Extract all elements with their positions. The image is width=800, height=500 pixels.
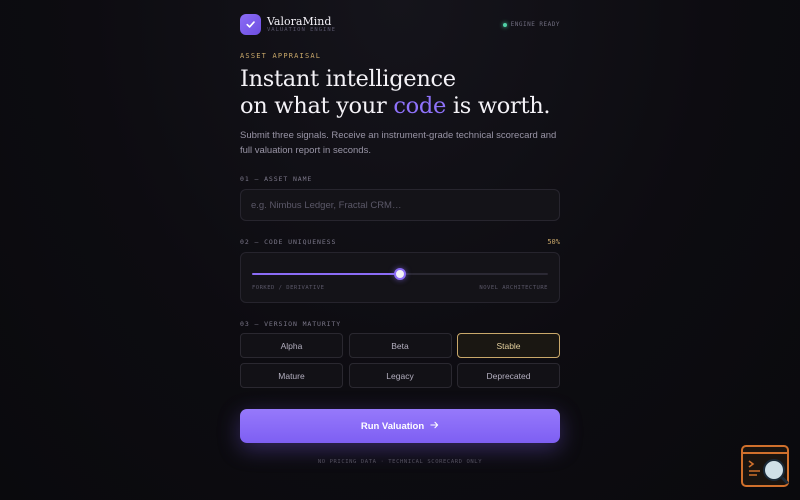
eyebrow: ASSET APPRAISAL: [240, 52, 322, 60]
arrow-right-icon: [430, 421, 439, 432]
slider-left-label: FORKED / DERIVATIVE: [252, 285, 325, 291]
magnifier-handle: [781, 476, 789, 485]
title-line-2-post: is worth.: [445, 93, 551, 119]
asset-name-input[interactable]: [240, 189, 560, 221]
run-valuation-button[interactable]: Run Valuation: [240, 409, 560, 443]
maturity-option-stable[interactable]: Stable: [457, 333, 560, 358]
maturity-options: Alpha Beta Stable Mature Legacy Deprecat…: [240, 333, 560, 388]
code-lines-icon: [748, 460, 760, 476]
title-line-2: on what your code is worth.: [240, 93, 551, 120]
widget-titlebar: [743, 447, 787, 454]
uniqueness-slider-panel: FORKED / DERIVATIVE NOVEL ARCHITECTURE: [240, 252, 560, 303]
footnote: NO PRICING DATA · TECHNICAL SCORECARD ON…: [317, 459, 483, 465]
page-title: Instant intelligence on what your code i…: [240, 66, 551, 120]
title-line-2-pre: on what your: [240, 93, 394, 119]
brand-subtitle: VALUATION ENGINE: [267, 27, 336, 33]
uniqueness-value: 50%: [547, 238, 560, 246]
slider-right-label: NOVEL ARCHITECTURE: [479, 285, 548, 291]
title-line-1: Instant intelligence: [240, 66, 456, 92]
maturity-option-legacy[interactable]: Legacy: [348, 363, 452, 388]
uniqueness-slider-fill: [252, 273, 400, 275]
uniqueness-slider-thumb[interactable]: [394, 268, 406, 280]
engine-status: ENGINE READY: [502, 21, 560, 28]
maturity-option-deprecated[interactable]: Deprecated: [457, 363, 560, 388]
uniqueness-label: 02 — CODE UNIQUENESS: [240, 238, 337, 246]
run-valuation-label: Run Valuation: [360, 420, 425, 432]
app-header: ValoraMind VALUATION ENGINE ENGINE READY: [240, 14, 560, 36]
status-dot-icon: [502, 22, 507, 27]
maturity-option-alpha[interactable]: Alpha: [240, 333, 343, 358]
code-search-icon[interactable]: [741, 445, 789, 487]
description: Submit three signals. Receive an instrum…: [240, 130, 557, 156]
status-text: ENGINE READY: [510, 21, 560, 28]
maturity-option-mature[interactable]: Mature: [240, 363, 343, 388]
logo-check-icon: [240, 14, 261, 35]
asset-name-label: 01 — ASSET NAME: [240, 175, 313, 183]
maturity-label: 03 — VERSION MATURITY: [240, 320, 342, 328]
title-accent: code: [393, 93, 446, 119]
maturity-option-beta[interactable]: Beta: [348, 333, 452, 358]
uniqueness-slider-track[interactable]: [252, 268, 548, 280]
